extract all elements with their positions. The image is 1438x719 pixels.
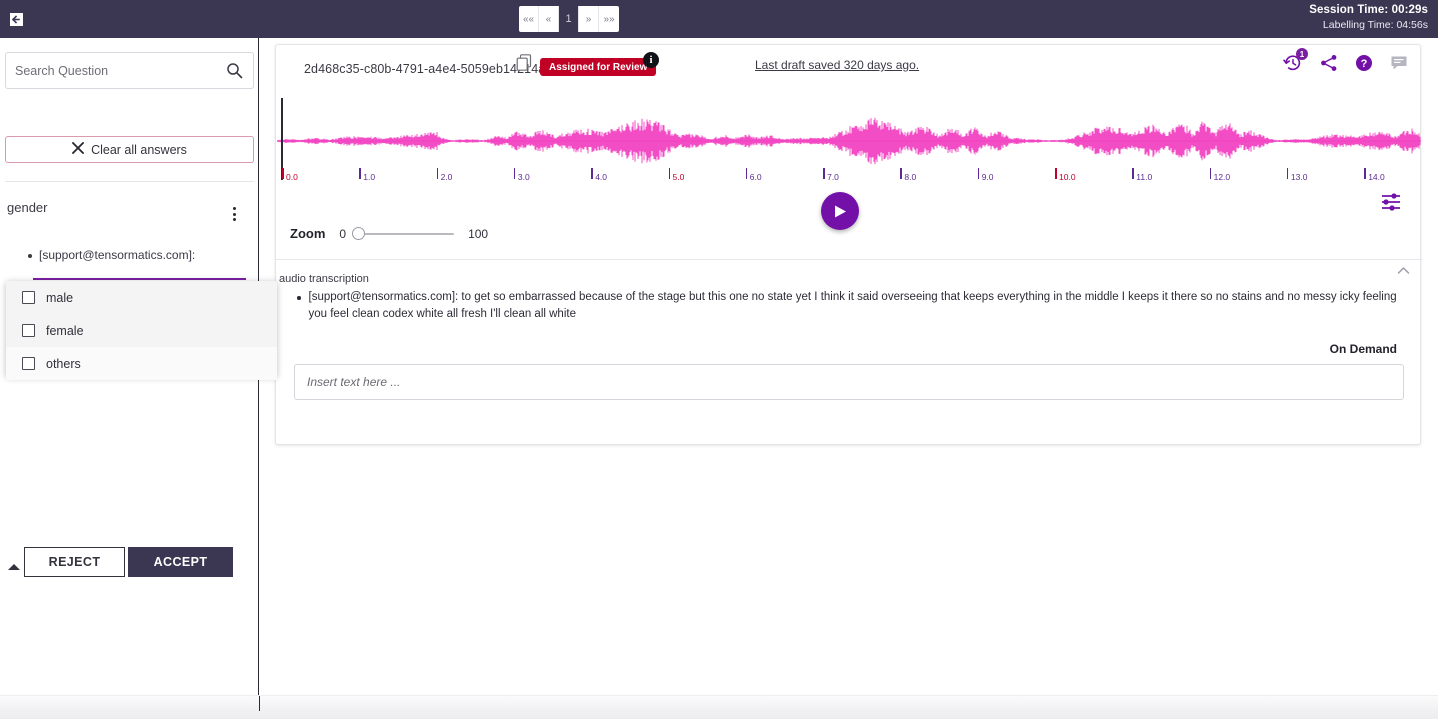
- history-badge-count: 1: [1296, 48, 1308, 60]
- main-panel: 2d468c35-c80b-4791-a4e4-5059eb14214a Ass…: [259, 38, 1438, 695]
- search-icon[interactable]: [226, 62, 243, 84]
- zoom-min-label: 0: [339, 227, 346, 241]
- timeline-tick: 5.0: [669, 168, 671, 179]
- timeline-tick: 0.0: [282, 168, 284, 179]
- audio-settings-icon[interactable]: [1380, 192, 1402, 217]
- gender-options-dropdown[interactable]: male female others: [6, 281, 277, 377]
- answer-label: [support@tensormatics.com]:: [39, 248, 195, 262]
- timeline-tick: 3.0: [514, 168, 516, 179]
- svg-text:?: ?: [1361, 58, 1368, 70]
- timeline-tick: 9.0: [978, 168, 980, 179]
- search-question-box[interactable]: [5, 52, 254, 89]
- pagination[interactable]: «« « 1 » »»: [519, 6, 619, 32]
- question-menu-icon[interactable]: [226, 203, 242, 225]
- timeline-tick: 11.0: [1132, 168, 1134, 179]
- question-row: gender: [0, 198, 259, 228]
- close-icon: [72, 141, 84, 159]
- timeline-tick: 12.0: [1210, 168, 1212, 179]
- labelling-time-label: Labelling Time: 04:56s: [1309, 19, 1428, 31]
- info-icon[interactable]: i: [643, 52, 659, 68]
- play-button[interactable]: [821, 192, 859, 230]
- dropdown-option-label: female: [46, 324, 84, 338]
- timeline-tick: 13.0: [1287, 168, 1289, 179]
- task-id-label: 2d468c35-c80b-4791-a4e4-5059eb14214a: [304, 62, 545, 76]
- zoom-label: Zoom: [290, 226, 325, 241]
- copy-icon[interactable]: [516, 54, 534, 79]
- dropdown-option-male[interactable]: male: [6, 281, 277, 314]
- history-icon[interactable]: 1: [1283, 53, 1303, 73]
- session-timers: Session Time: 00:29s Labelling Time: 04:…: [1309, 4, 1428, 31]
- status-badge: Assigned for Review: [540, 58, 656, 76]
- clear-all-answers-label: Clear all answers: [91, 143, 187, 157]
- top-bar: «« « 1 » »» Session Time: 00:29s Labelli…: [0, 0, 1438, 38]
- help-icon[interactable]: ?: [1355, 54, 1373, 72]
- question-sidebar: Clear all answers gender [support@tensor…: [0, 38, 259, 695]
- transcription-panel: audio transcription [support@tensormatic…: [276, 259, 1422, 446]
- timeline-tick: 1.0: [359, 168, 361, 179]
- dropdown-option-label: others: [46, 357, 81, 371]
- timeline-tick: 2.0: [437, 168, 439, 179]
- scrollbar-divider: [259, 696, 260, 711]
- timeline-tick: 8.0: [900, 168, 902, 179]
- bullet-icon: [28, 254, 32, 258]
- audio-timeline: 0.0 1.0 2.0 3.0 4.0 5.0 6.0 7.0 8.0 9.0 10.0 11.0 12…: [277, 168, 1421, 192]
- comment-icon[interactable]: [1390, 55, 1408, 71]
- collapse-logo-icon[interactable]: [6, 9, 26, 29]
- sidebar-divider: [5, 181, 254, 182]
- zoom-max-label: 100: [468, 227, 488, 241]
- transcription-text-row: [support@tensormatics.com]: to get so em…: [297, 289, 1407, 323]
- question-title: gender: [7, 200, 47, 215]
- zoom-slider[interactable]: [360, 233, 454, 235]
- transcription-input[interactable]: [294, 364, 1404, 400]
- search-input[interactable]: [15, 64, 215, 78]
- session-time-label: Session Time: 00:29s: [1309, 4, 1428, 16]
- dropdown-option-others[interactable]: others: [6, 347, 277, 380]
- timeline-tick: 7.0: [823, 168, 825, 179]
- collapse-caret-icon[interactable]: [8, 564, 20, 570]
- transcription-text: [support@tensormatics.com]: to get so em…: [309, 289, 1408, 323]
- pager-prev-button[interactable]: «: [539, 6, 559, 32]
- card-header-icons: 1 ?: [1283, 53, 1408, 73]
- checkbox-icon[interactable]: [22, 324, 35, 337]
- answer-field-underline: [33, 278, 246, 280]
- checkbox-icon[interactable]: [22, 291, 35, 304]
- sidebar-actions: REJECT ACCEPT: [0, 547, 259, 587]
- on-demand-label: On Demand: [1330, 342, 1397, 356]
- accept-button[interactable]: ACCEPT: [128, 547, 233, 577]
- clear-all-answers-button[interactable]: Clear all answers: [5, 136, 254, 163]
- transcription-title: audio transcription: [279, 273, 369, 285]
- timeline-tick: 6.0: [746, 168, 748, 179]
- reject-button[interactable]: REJECT: [24, 547, 125, 577]
- timeline-tick: 4.0: [591, 168, 593, 179]
- dropdown-option-label: male: [46, 291, 73, 305]
- zoom-control[interactable]: Zoom 0 100: [290, 226, 488, 241]
- horizontal-scrollbar[interactable]: [0, 695, 1438, 719]
- pager-next-button[interactable]: »: [579, 6, 599, 32]
- timeline-tick: 10.0: [1055, 168, 1057, 179]
- share-icon[interactable]: [1320, 54, 1338, 72]
- checkbox-icon[interactable]: [22, 357, 35, 370]
- task-card-header: 2d468c35-c80b-4791-a4e4-5059eb14214a Ass…: [276, 45, 1422, 92]
- pager-first-button[interactable]: ««: [519, 6, 539, 32]
- dropdown-option-female[interactable]: female: [6, 314, 277, 347]
- answer-item: [support@tensormatics.com]:: [28, 248, 248, 262]
- timeline-tick: 14.0: [1364, 168, 1366, 179]
- chevron-up-icon[interactable]: [1397, 263, 1410, 278]
- pager-page-1-button[interactable]: 1: [559, 6, 579, 32]
- bullet-icon: [297, 296, 301, 300]
- last-draft-saved-label[interactable]: Last draft saved 320 days ago.: [755, 58, 919, 72]
- task-card: 2d468c35-c80b-4791-a4e4-5059eb14214a Ass…: [275, 44, 1421, 445]
- pager-last-button[interactable]: »»: [599, 6, 619, 32]
- zoom-slider-thumb[interactable]: [352, 227, 365, 240]
